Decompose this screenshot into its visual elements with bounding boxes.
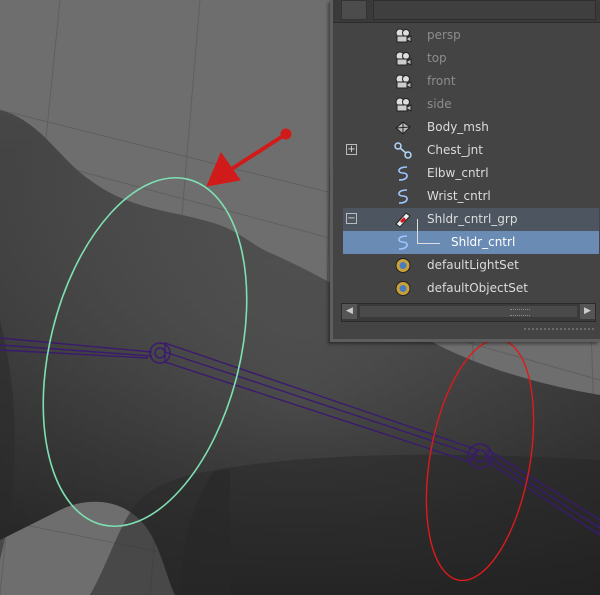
outliner-item-front[interactable]: front	[343, 70, 599, 93]
scroll-right-icon[interactable]: ▶	[580, 304, 595, 319]
collapse-icon[interactable]: −	[346, 213, 357, 224]
outliner-item-shldr-cntrl-grp[interactable]: − Shldr_cntrl_grp	[343, 208, 599, 231]
outliner-item-wrist-cntrl[interactable]: Wrist_cntrl	[343, 185, 599, 208]
outliner-item-shldr-cntrl[interactable]: Shldr_cntrl	[343, 219, 599, 254]
display-menu-icon[interactable]	[341, 0, 367, 20]
camera-icon	[394, 27, 412, 44]
group-icon	[394, 211, 412, 228]
outliner-item-side[interactable]: side	[343, 93, 599, 116]
outliner-item-label: Shldr_cntrl_grp	[427, 212, 518, 226]
expand-icon[interactable]: +	[346, 144, 357, 155]
set-icon	[394, 257, 412, 274]
outliner-item-persp[interactable]: persp	[343, 24, 599, 47]
outliner-item-label: Wrist_cntrl	[427, 189, 491, 203]
hierarchy-connector	[417, 219, 440, 244]
outliner-list: persp top front side Body_msh + Chest_jnt Elbw_…	[343, 24, 599, 300]
set-icon	[394, 280, 412, 297]
camera-icon	[394, 50, 412, 67]
outliner-item-defaultobjectset[interactable]: defaultObjectSet	[343, 277, 599, 300]
outliner-item-label: Elbw_cntrl	[427, 166, 489, 180]
outliner-item-label: persp	[427, 28, 461, 42]
outliner-item-defaultlightset[interactable]: defaultLightSet	[343, 254, 599, 277]
curve-icon	[394, 165, 412, 182]
outliner-item-body-msh[interactable]: Body_msh	[343, 116, 599, 139]
scroll-left-icon[interactable]: ◀	[342, 304, 357, 319]
curve-icon	[394, 234, 412, 251]
outliner-panel: persp top front side Body_msh + Chest_jnt Elbw_…	[330, 0, 600, 342]
outliner-item-label: top	[427, 51, 447, 65]
outliner-item-label: Body_msh	[427, 120, 489, 134]
camera-icon	[394, 73, 412, 90]
outliner-item-label: defaultObjectSet	[427, 281, 529, 295]
scroll-thumb[interactable]	[360, 306, 577, 317]
outliner-item-label: front	[427, 74, 456, 88]
joint-icon	[394, 142, 412, 159]
outliner-item-elbw-cntrl[interactable]: Elbw_cntrl	[343, 162, 599, 185]
curve-icon	[394, 188, 412, 205]
outliner-item-label: Chest_jnt	[427, 143, 483, 157]
horizontal-scrollbar[interactable]: ◀ ▶	[341, 303, 596, 322]
outliner-item-label: Shldr_cntrl	[451, 235, 516, 249]
outliner-filter-field[interactable]	[373, 0, 596, 20]
outliner-toolbar	[333, 0, 600, 23]
outliner-item-chest-jnt[interactable]: + Chest_jnt	[343, 139, 599, 162]
panel-resize-grip[interactable]	[524, 328, 594, 333]
mesh-icon	[394, 119, 412, 136]
outliner-item-label: defaultLightSet	[427, 258, 519, 272]
outliner-item-label: side	[427, 97, 452, 111]
maya-workspace: persp top front side Body_msh + Chest_jnt Elbw_…	[0, 0, 600, 595]
camera-icon	[394, 96, 412, 113]
outliner-item-top[interactable]: top	[343, 47, 599, 70]
